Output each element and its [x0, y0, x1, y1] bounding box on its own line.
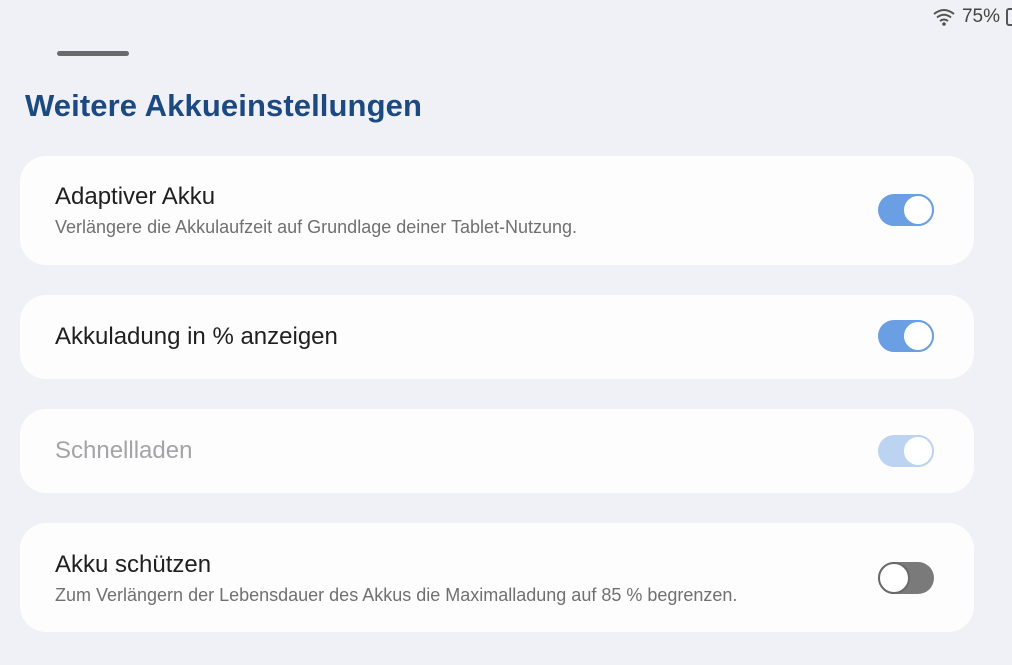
- setting-adaptive-battery[interactable]: Adaptiver Akku Verlängere die Akkulaufze…: [20, 156, 974, 265]
- battery-percentage: 75%: [961, 6, 1000, 27]
- status-bar: 75%: [932, 6, 1012, 28]
- drag-handle[interactable]: [57, 51, 129, 56]
- toggle-knob: [902, 194, 934, 226]
- adaptive-battery-toggle[interactable]: [878, 194, 934, 226]
- toggle-knob: [878, 562, 910, 594]
- show-battery-percentage-toggle[interactable]: [878, 320, 934, 352]
- setting-subtitle: Verlängere die Akkulaufzeit auf Grundlag…: [55, 217, 578, 237]
- toggle-knob: [902, 435, 934, 467]
- setting-show-battery-percentage[interactable]: Akkuladung in % anzeigen: [20, 295, 974, 379]
- toggle-knob: [902, 320, 934, 352]
- setting-title: Akkuladung in % anzeigen: [55, 323, 338, 350]
- setting-protect-battery[interactable]: Akku schützen Zum Verlängern der Lebensd…: [20, 523, 974, 632]
- setting-subtitle: Zum Verlängern der Lebensdauer des Akkus…: [55, 585, 738, 605]
- page-title: Weitere Akkueinstellungen: [25, 88, 422, 123]
- wifi-icon: [932, 7, 956, 27]
- setting-title: Akku schützen: [55, 551, 212, 578]
- battery-icon: [1006, 7, 1012, 27]
- setting-title: Adaptiver Akku: [55, 183, 216, 210]
- setting-fast-charging[interactable]: Schnellladen: [20, 409, 974, 493]
- setting-title: Schnellladen: [55, 437, 193, 464]
- fast-charging-toggle[interactable]: [878, 435, 934, 467]
- protect-battery-toggle[interactable]: [878, 562, 934, 594]
